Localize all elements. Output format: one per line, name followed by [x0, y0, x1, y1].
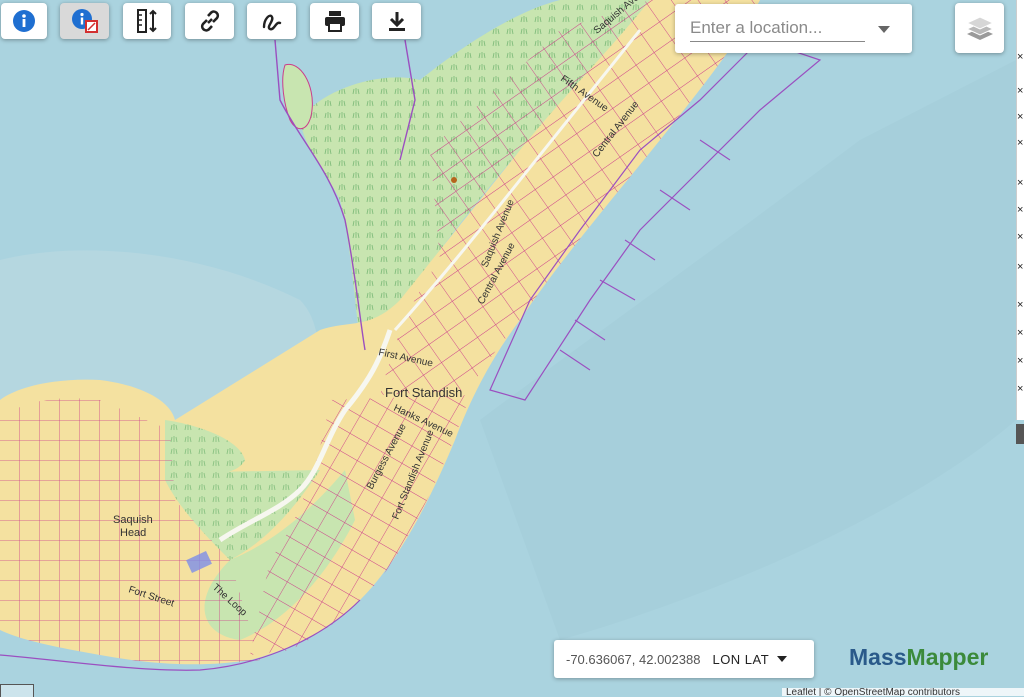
panel-toggle-handle[interactable]	[1016, 424, 1024, 444]
map-attribution[interactable]: Leaflet | © OpenStreetMap contributors	[782, 688, 1024, 696]
link-button[interactable]	[185, 3, 234, 39]
projection-select[interactable]: LON LAT	[712, 652, 769, 667]
coordinate-display: -70.636067, 42.002388 LON LAT	[554, 640, 814, 678]
label-saquish-head-1: Saquish	[113, 514, 153, 526]
identify-button[interactable]	[1, 3, 47, 39]
close-icon[interactable]: ×	[1017, 112, 1023, 123]
info-parcel-icon	[71, 9, 98, 33]
side-panel-edge[interactable]: × × × × × × × × × × × ×	[1016, 0, 1024, 420]
info-circle-icon	[13, 10, 35, 32]
location-input[interactable]	[690, 15, 865, 42]
brand-part-mass: Mass	[849, 644, 907, 670]
label-fort-standish: Fort Standish	[385, 385, 462, 400]
close-icon[interactable]: ×	[1017, 178, 1023, 189]
map-canvas[interactable]: Saquish Avenue Fifth Avenue Central Aven…	[0, 0, 1024, 696]
location-search	[675, 4, 912, 53]
layers-button[interactable]	[955, 3, 1004, 53]
download-button[interactable]	[372, 3, 421, 39]
label-saquish-head-2: Head	[120, 527, 146, 539]
link-icon	[200, 10, 219, 32]
close-icon[interactable]: ×	[1017, 86, 1023, 97]
draw-button[interactable]	[247, 3, 296, 39]
scale-bar	[0, 684, 34, 697]
identify-parcel-button[interactable]	[60, 3, 109, 39]
close-icon[interactable]: ×	[1017, 262, 1023, 273]
brand-part-mapper: Mapper	[906, 644, 989, 670]
chevron-down-icon[interactable]	[878, 26, 890, 34]
printer-icon	[324, 11, 345, 32]
print-button[interactable]	[310, 3, 359, 39]
close-icon[interactable]: ×	[1017, 232, 1023, 243]
chevron-down-icon[interactable]	[777, 655, 788, 663]
close-icon[interactable]: ×	[1017, 205, 1023, 216]
download-icon	[388, 12, 405, 31]
coordinate-value: -70.636067, 42.002388	[566, 651, 701, 667]
squiggle-icon	[262, 14, 281, 31]
massmapper-logo: MassMapper	[849, 644, 988, 671]
poi-marker[interactable]	[451, 177, 457, 183]
close-icon[interactable]: ×	[1017, 384, 1023, 395]
close-icon[interactable]: ×	[1017, 300, 1023, 311]
measure-button[interactable]	[123, 3, 171, 39]
close-icon[interactable]: ×	[1017, 52, 1023, 63]
layers-icon	[965, 16, 994, 40]
close-icon[interactable]: ×	[1017, 356, 1023, 367]
close-icon[interactable]: ×	[1017, 328, 1023, 339]
close-icon[interactable]: ×	[1017, 138, 1023, 149]
ruler-icon	[137, 9, 157, 33]
